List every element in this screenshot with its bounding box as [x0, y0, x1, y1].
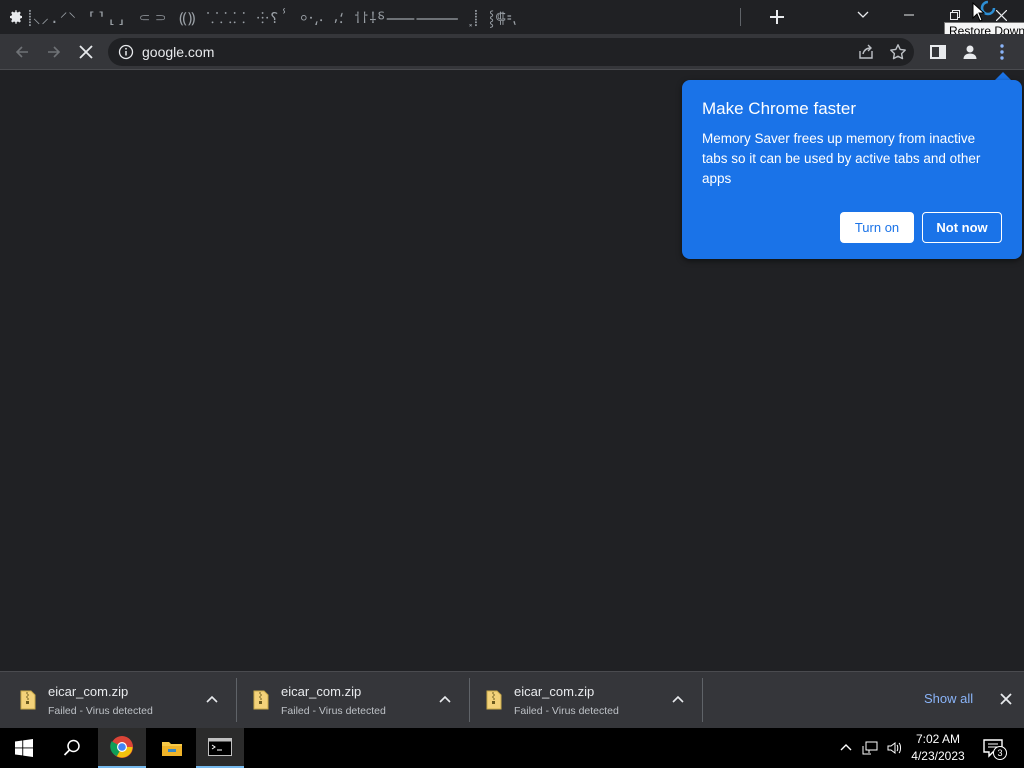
download-item[interactable]: eicar_com.zip Failed - Virus detected	[233, 678, 463, 722]
chevron-up-icon[interactable]	[204, 692, 220, 708]
taskbar-chrome[interactable]	[98, 728, 146, 768]
download-filename: eicar_com.zip	[48, 684, 129, 699]
url-text[interactable]: google.com	[142, 44, 214, 60]
windows-logo-icon	[15, 739, 33, 757]
memory-saver-promo: Make Chrome faster Memory Saver frees up…	[682, 80, 1022, 259]
download-status: Failed - Virus detected	[48, 705, 153, 717]
chrome-icon	[110, 736, 133, 758]
clock-time[interactable]: 7:02 AM	[910, 732, 966, 746]
mouse-cursor-icon	[972, 2, 986, 22]
clock-date[interactable]: 4/23/2023	[906, 749, 970, 763]
chevron-down-icon	[857, 11, 869, 18]
back-arrow-icon	[15, 46, 28, 58]
search-icon	[63, 739, 80, 756]
chevron-up-icon[interactable]	[670, 692, 686, 708]
tab-divider	[740, 8, 741, 26]
search-button[interactable]	[48, 728, 96, 768]
download-shelf: eicar_com.zip Failed - Virus detected ei…	[0, 671, 1024, 728]
bookmark-star-icon[interactable]	[889, 43, 907, 61]
folder-icon	[162, 742, 182, 756]
download-item[interactable]: eicar_com.zip Failed - Virus detected	[466, 678, 696, 722]
minimize-icon	[904, 14, 914, 16]
restore-icon	[950, 10, 960, 20]
promo-title: Make Chrome faster	[702, 99, 856, 118]
download-status: Failed - Virus detected	[281, 705, 386, 717]
terminal-icon	[208, 738, 232, 756]
side-panel-button[interactable]	[928, 42, 948, 62]
zip-file-icon	[253, 690, 269, 710]
chevron-up-icon[interactable]	[838, 740, 854, 756]
address-bar[interactable]: google.com	[108, 38, 914, 66]
volume-icon[interactable]	[886, 740, 902, 756]
side-panel-icon	[930, 45, 946, 59]
zip-file-icon	[20, 690, 36, 710]
download-item[interactable]: eicar_com.zip Failed - Virus detected	[0, 678, 230, 722]
windows-taskbar: 7:02 AM 4/23/2023 3	[0, 728, 1024, 768]
title-bar: ⸽⸜⸝.⸍⸌ ⸢⸣⸤⸥ ⸦⸧ ⸨⸩ ⸪⸫⸬ ⸭⸮ⸯ ⸰⸱⸲⸳ ⸴⸵ ⸶⸷⸸⸹⸺⸻…	[0, 0, 1024, 40]
taskbar-file-explorer[interactable]	[148, 728, 196, 768]
show-all-link[interactable]: Show all	[924, 691, 973, 707]
download-divider	[702, 678, 703, 722]
tab-search-button[interactable]	[840, 0, 886, 30]
forward-arrow-icon	[48, 46, 61, 58]
stop-x-icon	[79, 45, 93, 59]
browser-toolbar: google.com	[0, 34, 1024, 70]
tab-strip[interactable]: ⸽⸜⸝.⸍⸌ ⸢⸣⸤⸥ ⸦⸧ ⸨⸩ ⸪⸫⸬ ⸭⸮ⸯ ⸰⸱⸲⸳ ⸴⸵ ⸶⸷⸸⸹⸺⸻…	[28, 8, 728, 28]
profile-button[interactable]	[960, 42, 980, 62]
download-filename: eicar_com.zip	[281, 684, 362, 699]
turn-on-button[interactable]: Turn on	[840, 212, 914, 243]
stop-loading-button[interactable]	[74, 40, 98, 64]
zip-file-icon	[486, 690, 502, 710]
forward-button[interactable]	[42, 40, 66, 64]
notification-count-badge: 3	[993, 746, 1007, 760]
more-vert-icon[interactable]	[992, 40, 1012, 64]
close-icon[interactable]	[998, 691, 1014, 707]
gear-icon[interactable]	[8, 9, 24, 25]
info-icon[interactable]	[118, 44, 134, 60]
download-filename: eicar_com.zip	[514, 684, 595, 699]
promo-body: Memory Saver frees up memory from inacti…	[702, 131, 981, 186]
new-tab-plus-icon[interactable]	[766, 6, 788, 28]
close-icon	[995, 9, 1007, 21]
taskbar-command-prompt[interactable]	[196, 728, 244, 768]
share-icon[interactable]	[857, 43, 875, 61]
back-button[interactable]	[10, 40, 34, 64]
chevron-up-icon[interactable]	[437, 692, 453, 708]
start-button[interactable]	[0, 728, 48, 768]
person-icon	[963, 45, 977, 59]
not-now-button[interactable]: Not now	[922, 212, 1002, 243]
network-icon[interactable]	[862, 740, 878, 756]
download-status: Failed - Virus detected	[514, 705, 619, 717]
minimize-button[interactable]	[886, 0, 932, 30]
